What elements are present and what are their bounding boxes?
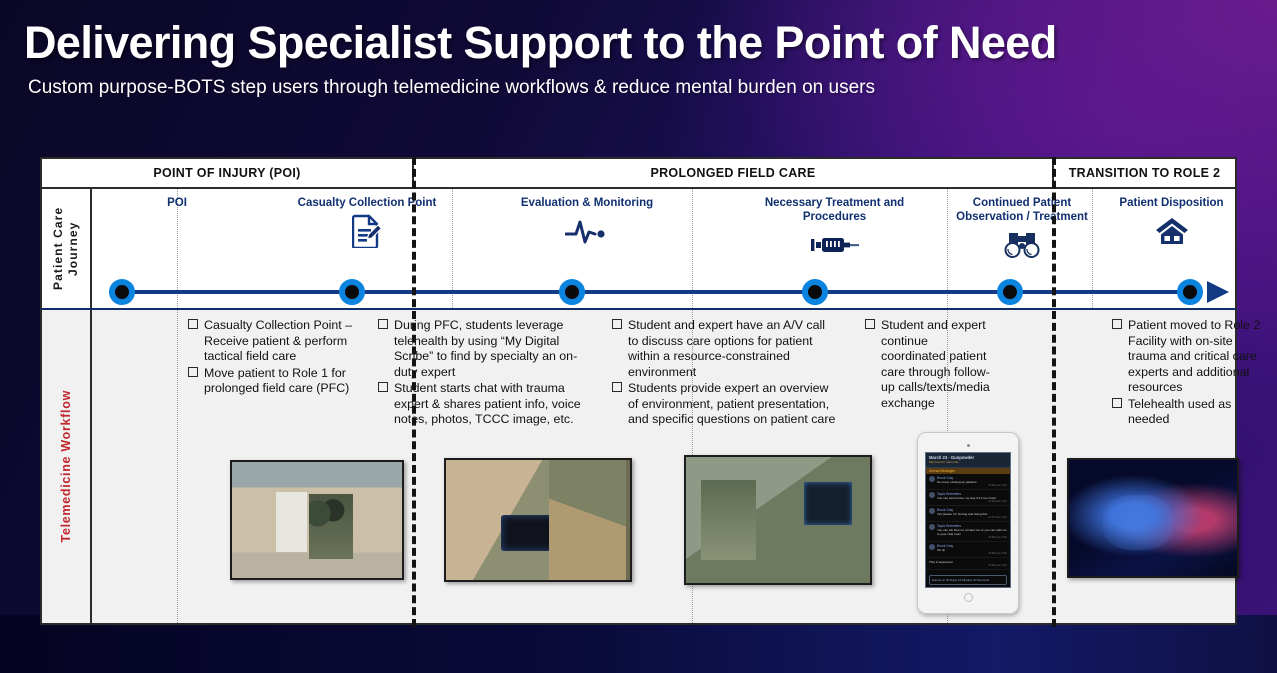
page-title: Delivering Specialist Support to the Poi… (24, 17, 1057, 68)
avatar (929, 491, 935, 498)
stage-casualty-collection-point-title: Casualty Collection Point (297, 197, 437, 209)
avatar (929, 475, 935, 482)
list-item: Brook Gray Yes please I'm hurting and do… (926, 506, 1010, 522)
stage-poi-title: POI (167, 197, 187, 209)
stage-evaluation-monitoring-title: Evaluation & Monitoring (520, 197, 654, 209)
stage-continued-observation-title: Continued Patient Observation / Treatmen… (956, 197, 1088, 224)
list-item: Patient moved to Role 2 Facility with on… (1112, 318, 1268, 396)
phase-header-row: POINT OF INJURY (POI) PROLONGED FIELD CA… (40, 157, 1237, 189)
list-item: Casualty Collection Point – Receive pati… (188, 318, 359, 365)
list-item: Student and expert continue coordinated … (865, 318, 991, 411)
chat-message-list[interactable]: Brook Gray So many missing up patients 1… (926, 474, 1010, 573)
binoculars-icon (1003, 228, 1041, 262)
tablet-home-button-icon[interactable] (963, 593, 973, 602)
timeline-node-patient-disposition[interactable] (1177, 279, 1203, 305)
patient-care-journey-row: Patient Care Journey POI Casualty Collec… (40, 189, 1237, 310)
timeline-node-necessary-treatment[interactable] (802, 279, 828, 305)
photo-av-call (684, 455, 872, 585)
phase-header-role2: TRANSITION TO ROLE 2 (1068, 166, 1221, 180)
chat-timestamp: 10:08 (dev, 203) (988, 483, 1007, 487)
tablet-camera-icon (966, 444, 970, 447)
chat-timestamp: 10:07 (dev, 203) (988, 515, 1007, 519)
workflow-bullets-continued-observation: Student and expert continue coordinated … (865, 318, 991, 412)
list-item: During PFC, students leverage telehealth… (378, 318, 582, 380)
list-item: Students provide expert an overview of e… (612, 381, 838, 428)
heartbeat-icon (565, 214, 609, 248)
journey-timeline-line (117, 290, 1202, 294)
avatar (929, 543, 935, 550)
avatar (929, 507, 935, 514)
timeline-node-poi[interactable] (109, 279, 135, 305)
timeline-node-evaluation-monitoring[interactable] (559, 279, 585, 305)
row-label-patient-care-journey: Patient Care Journey (42, 189, 92, 308)
chat-timestamp: 10:08 (dev, 203) (988, 563, 1007, 567)
photo-soldiers-tablet (444, 458, 632, 582)
document-pencil-icon (352, 214, 382, 249)
stage-patient-disposition-title: Patient Disposition (1119, 197, 1224, 209)
list-item: Student starts chat with trauma expert &… (378, 381, 582, 428)
phase-divider-poi-pfc (412, 157, 416, 627)
workflow-bullets-casualty-collection-point: Casualty Collection Point – Receive pati… (188, 318, 359, 398)
chat-header: March 23 - Gunpowder Tap here for room i… (926, 453, 1010, 468)
tablet-screen[interactable]: March 23 - Gunpowder Tap here for room i… (925, 452, 1011, 588)
row-label-patient-care-journey-text: Patient Care Journey (51, 206, 80, 291)
title-block: Delivering Specialist Support to the Poi… (24, 17, 1057, 99)
timeline-node-casualty-collection-point[interactable] (339, 279, 365, 305)
tablet-chat-mockup[interactable]: March 23 - Gunpowder Tap here for room i… (917, 432, 1019, 614)
avatar (929, 523, 935, 530)
journey-track: POI Casualty Collection Point Evaluation… (92, 189, 1235, 308)
stage-necessary-treatment-title: Necessary Treatment and Procedures (764, 197, 905, 224)
timeline-node-continued-observation[interactable] (997, 279, 1023, 305)
phase-header-pfc: PROLONGED FIELD CARE (414, 159, 1054, 187)
list-item: Taylor Bremsters You can tell them to co… (926, 522, 1010, 542)
workflow-bullets-evaluation-monitoring: During PFC, students leverage telehealth… (378, 318, 582, 429)
telemedicine-workflow-row: Telemedicine Workflow Casualty Collectio… (40, 310, 1260, 625)
phase-divider-pfc-role2 (1052, 157, 1056, 627)
timeline-arrow-head (1207, 281, 1229, 303)
chat-timestamp: 10:08 (dev, 203) (988, 551, 1007, 555)
workflow-bullets-patient-disposition: Patient moved to Role 2 Facility with on… (1112, 318, 1268, 429)
page-subtitle: Custom purpose-BOTS step users through t… (28, 76, 875, 98)
list-item: Taylor Bremsters You can send some my wa… (926, 490, 1010, 506)
chat-expiry-note: Expires in 30 Days 14 Minutes 40 Seconds (929, 575, 1007, 585)
chat-timestamp: 10:08 (dev, 203) (988, 535, 1007, 539)
workflow-track: Casualty Collection Point – Receive pati… (92, 310, 1260, 623)
phase-header-poi: POINT OF INJURY (POI) (42, 159, 414, 187)
syringe-icon (810, 228, 860, 262)
workflow-cell-poi (92, 310, 177, 623)
list-item: Brook Gray Ok ok 10:08 (dev, 203) (926, 542, 1010, 558)
chat-room-subtitle: Tap here for room info (929, 459, 959, 464)
list-item: This is awesome! 10:08 (dev, 203) (926, 558, 1010, 570)
chat-timestamp: 10:08 (dev, 203) (988, 499, 1007, 503)
journey-matrix: POINT OF INJURY (POI) PROLONGED FIELD CA… (40, 157, 1260, 627)
list-item: Move patient to Role 1 for prolonged fie… (188, 366, 359, 397)
house-icon (1155, 214, 1189, 248)
chat-text: You can tell them to contact me or you c… (937, 527, 1007, 536)
row-label-telemedicine-workflow-text: Telemedicine Workflow (59, 390, 73, 543)
list-item: Brook Gray So many missing up patients 1… (926, 474, 1010, 490)
workflow-divider-1 (177, 310, 178, 623)
workflow-bullets-necessary-treatment: Student and expert have an A/V call to d… (612, 318, 838, 429)
list-item: Telehealth used as needed (1112, 397, 1268, 428)
list-item: Student and expert have an A/V call to d… (612, 318, 838, 380)
row-label-telemedicine-workflow: Telemedicine Workflow (42, 310, 92, 623)
photo-night-treatment (1067, 458, 1239, 578)
photo-casualty-collection (230, 460, 404, 580)
